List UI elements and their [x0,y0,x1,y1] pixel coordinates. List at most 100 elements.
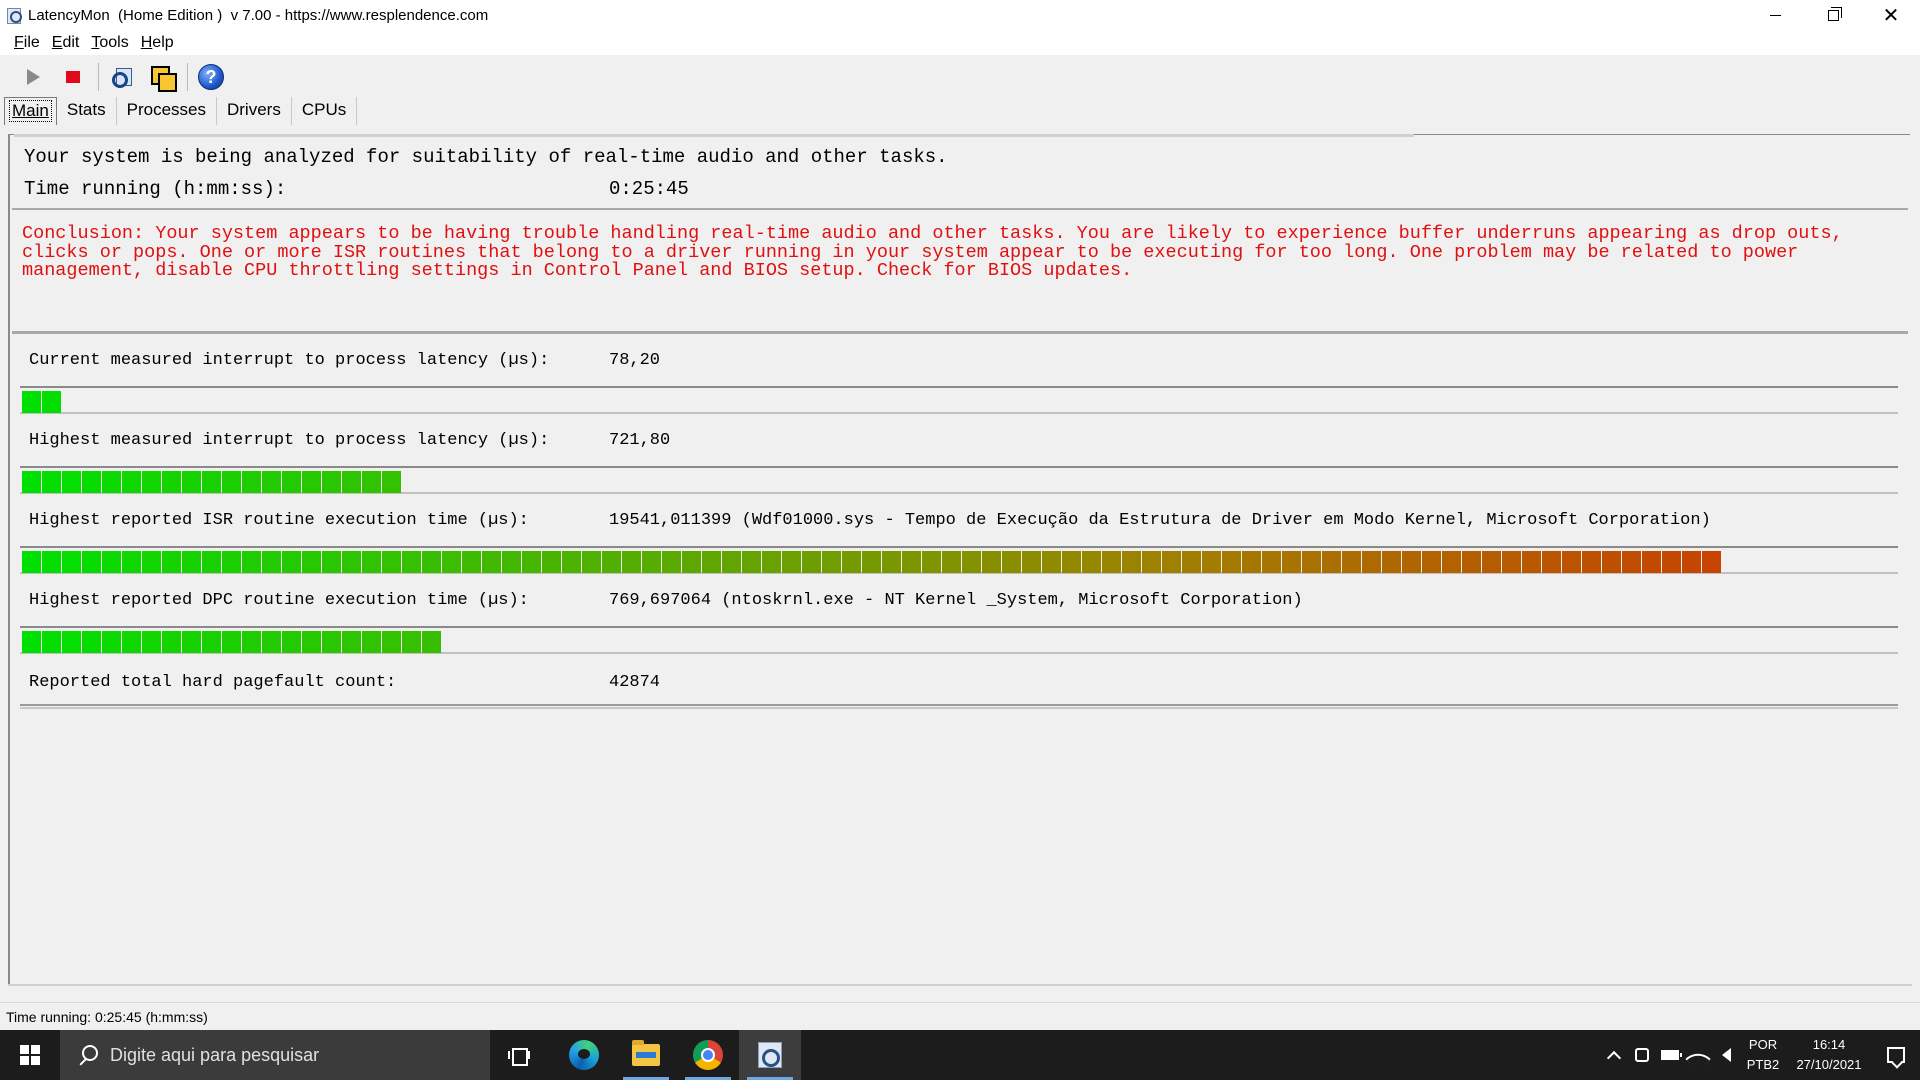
latency-bar-segment [182,551,201,573]
latency-bar-segment [1142,551,1161,573]
latency-bar-segment [682,551,701,573]
latency-bar [20,466,1898,494]
close-icon: ✕ [1882,3,1900,27]
latency-bar-segment [282,631,301,653]
notifications-button[interactable] [1872,1030,1920,1080]
latency-bar-segment [262,631,281,653]
latency-bar-segment [242,551,261,573]
menu-file[interactable]: File [8,34,46,52]
menu-tools[interactable]: Tools [85,34,134,52]
clock[interactable]: 16:14 27/10/2021 [1786,1030,1872,1080]
tab-bar: Main Stats Processes Drivers CPUs [4,97,358,125]
network-button[interactable] [1684,1030,1712,1080]
tab-stats[interactable]: Stats [57,97,117,125]
menu-edit-accel: E [51,33,63,51]
clock-date: 27/10/2021 [1796,1057,1862,1072]
latency-bar-segment [42,391,61,413]
menu-bar: File Edit Tools Help [0,30,1920,55]
metric-label: Current measured interrupt to process la… [29,351,550,370]
taskbar-search[interactable]: Digite aqui para pesquisar [60,1030,490,1080]
latency-bar-segment [262,551,281,573]
menu-help-accel: H [140,33,153,51]
chrome-button[interactable] [677,1030,739,1080]
latencymon-taskbar-button[interactable] [739,1030,801,1080]
pagefault-label: Reported total hard pagefault count: [29,673,397,692]
latency-bar-segment [1022,551,1041,573]
latency-bar-segment [942,551,961,573]
latency-bar-segment [1362,551,1381,573]
edge-button[interactable] [553,1030,615,1080]
tab-main[interactable]: Main [4,97,57,125]
latency-bar-segment [522,551,541,573]
wifi-icon [1685,1046,1711,1072]
latency-bar-segment [302,551,321,573]
latency-bar-segment [1442,551,1461,573]
latency-bar-segment [1322,551,1341,573]
minimize-button[interactable] [1746,0,1804,30]
latency-bar-segment [22,391,41,413]
show-hidden-icons-button[interactable] [1600,1030,1628,1080]
volume-button[interactable] [1712,1030,1740,1080]
panel-bottom-border [8,984,1912,986]
tab-cpus[interactable]: CPUs [292,97,358,125]
latency-bar-segment [122,631,141,653]
menu-edit[interactable]: Edit [46,34,86,52]
latency-bar-segment [1282,551,1301,573]
copy-icon [150,65,177,92]
tab-drivers[interactable]: Drivers [217,97,292,125]
latency-bar-segment [862,551,881,573]
status-bar: Time running: 0:25:45 (h:mm:ss) [0,1002,1920,1030]
stop-icon [66,71,80,83]
latency-bar-segment [322,631,341,653]
pagefault-divider [20,704,1898,709]
maximize-button[interactable] [1804,0,1862,30]
latency-bar-segment [1222,551,1241,573]
report-icon [112,66,132,88]
latency-bar-fill [22,551,1722,573]
edge-icon [569,1040,599,1070]
pagefault-section: Reported total hard pagefault count: 428… [20,662,1900,712]
language-indicator[interactable]: POR PTB2 [1740,1030,1786,1080]
metric-label: Highest reported ISR routine execution t… [29,511,529,530]
file-explorer-button[interactable] [615,1030,677,1080]
panel-top-divider [14,134,1414,137]
latency-bar-segment [822,551,841,573]
start-button[interactable] [0,1030,60,1080]
chrome-icon [693,1040,723,1070]
latency-bar-segment [302,631,321,653]
battery-button[interactable] [1656,1030,1684,1080]
latency-bar-segment [442,551,461,573]
latency-bar-segment [402,551,421,573]
stop-monitor-button[interactable] [58,62,88,92]
latency-bar-segment [1342,551,1361,573]
latency-bar-segment [1202,551,1221,573]
meet-now-button[interactable] [1628,1030,1656,1080]
copy-button[interactable] [147,62,177,92]
status-text: Time running: 0:25:45 (h:mm:ss) [6,1008,208,1025]
latency-bar-segment [642,551,661,573]
tab-main-label: Main [9,99,52,122]
latency-bar [20,626,1898,654]
latency-bar-segment [1642,551,1661,573]
latency-bar-segment [782,551,801,573]
latency-bar-segment [1242,551,1261,573]
help-button[interactable]: ? [196,62,226,92]
latency-bar-segment [102,551,121,573]
toolbar-separator [187,63,188,91]
menu-help[interactable]: Help [135,34,180,52]
search-icon [78,1045,98,1065]
latency-bar-segment [82,471,101,493]
latency-bar-segment [622,551,641,573]
latency-bar-segment [42,551,61,573]
search-placeholder: Digite aqui para pesquisar [110,1044,320,1065]
report-button[interactable] [107,62,137,92]
latency-bar-segment [1082,551,1101,573]
close-button[interactable]: ✕ [1862,0,1920,30]
latency-bar-segment [142,551,161,573]
latency-bar-segment [382,631,401,653]
task-view-button[interactable] [488,1030,550,1080]
metric-label: Highest reported DPC routine execution t… [29,591,529,610]
tab-drivers-label: Drivers [226,100,281,119]
tab-processes[interactable]: Processes [117,97,217,125]
start-monitor-button[interactable] [18,62,48,92]
